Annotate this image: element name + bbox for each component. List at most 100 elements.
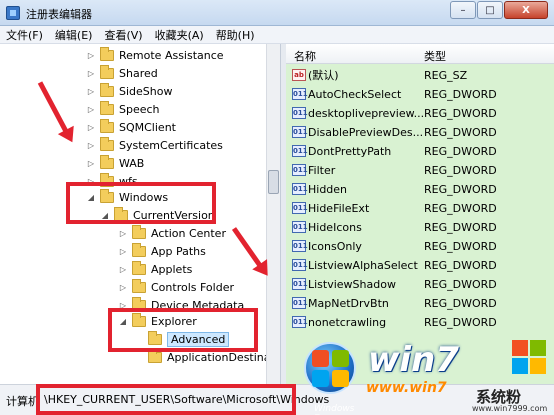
folder-icon (100, 82, 114, 97)
dword-value-icon: 011 (292, 145, 308, 157)
value-type: REG_DWORD (424, 315, 497, 329)
value-type: REG_DWORD (424, 87, 497, 101)
column-header-name[interactable]: 名称 (294, 48, 316, 64)
folder-icon (100, 136, 114, 151)
expand-icon[interactable]: ▷ (118, 283, 128, 292)
dword-value-icon: 011 (292, 240, 308, 252)
highlight-box-explorer (108, 308, 258, 352)
tree-item[interactable]: ▷ Action Center (118, 224, 226, 242)
tree-item[interactable]: ▷ SideShow (86, 82, 172, 100)
dword-value-icon: 011 (292, 259, 308, 271)
tree-item-label: Speech (119, 102, 160, 116)
tree-item-label: SideShow (119, 84, 173, 98)
value-type: REG_DWORD (424, 144, 497, 158)
dword-value-icon: 011 (292, 221, 308, 233)
value-row[interactable]: 011 nonetcrawling REG_DWORD (286, 313, 554, 331)
watermark-title: win7 (368, 340, 459, 380)
tree-item[interactable]: ▷ WAB (86, 154, 144, 172)
expand-icon[interactable]: ▷ (118, 265, 128, 274)
value-type: REG_DWORD (424, 277, 497, 291)
window-title: 注册表编辑器 (26, 8, 92, 21)
value-row[interactable]: 011 DisablePreviewDes... REG_DWORD (286, 123, 554, 141)
value-type: REG_DWORD (424, 239, 497, 253)
value-row[interactable]: 011 ListviewAlphaSelect REG_DWORD (286, 256, 554, 274)
tree-item[interactable]: ▷ Remote Assistance (86, 46, 224, 64)
folder-icon (132, 224, 146, 239)
tree-item[interactable]: ▷ Controls Folder (118, 278, 234, 296)
watermark-logo-text: Windows 7 (314, 404, 355, 415)
tree-scrollbar[interactable] (266, 44, 280, 384)
dword-value-icon: 011 (292, 278, 308, 290)
highlight-box-windows (66, 182, 216, 224)
folder-icon (132, 242, 146, 257)
scrollbar-thumb[interactable] (268, 170, 279, 194)
title-bar: 注册表编辑器 – □ X (0, 0, 554, 26)
folder-icon (100, 64, 114, 79)
tree-item[interactable]: ▷ Applets (118, 260, 192, 278)
expand-icon[interactable]: ▷ (86, 141, 96, 150)
value-row[interactable]: 011 Filter REG_DWORD (286, 161, 554, 179)
value-name: DisablePreviewDes... (308, 125, 424, 139)
value-row[interactable]: 011 desktoplivepreview... REG_DWORD (286, 104, 554, 122)
value-row[interactable]: 011 MapNetDrvBtn REG_DWORD (286, 294, 554, 312)
tree-item[interactable]: ▷ Speech (86, 100, 160, 118)
value-name: DontPrettyPath (308, 144, 392, 158)
value-name: IconsOnly (308, 239, 362, 253)
dword-value-icon: 011 (292, 297, 308, 309)
folder-icon (132, 278, 146, 293)
value-name: nonetcrawling (308, 315, 387, 329)
tree-item-label: WAB (119, 156, 145, 170)
status-computer-label: 计算机 (6, 395, 39, 408)
value-name: ListviewAlphaSelect (308, 258, 418, 272)
tree-item[interactable]: ▷ Shared (86, 64, 158, 82)
windows7-logo-icon: Windows 7 (304, 342, 356, 415)
dword-value-icon: 011 (292, 316, 308, 328)
string-value-icon: ab (292, 69, 306, 81)
tree-item[interactable]: ▷ SystemCertificates (86, 136, 223, 154)
expand-icon[interactable]: ▷ (118, 247, 128, 256)
expand-icon[interactable]: ▷ (86, 69, 96, 78)
value-row[interactable]: 011 IconsOnly REG_DWORD (286, 237, 554, 255)
value-name: MapNetDrvBtn (308, 296, 389, 310)
value-row[interactable]: 011 Hidden REG_DWORD (286, 180, 554, 198)
menu-favorites[interactable]: 收藏夹(A) (155, 27, 204, 43)
menu-file[interactable]: 文件(F) (6, 27, 43, 43)
regedit-icon (6, 6, 20, 20)
value-type: REG_DWORD (424, 220, 497, 234)
minimize-button[interactable]: – (450, 1, 476, 19)
tree-item[interactable]: ▷ SQMClient (86, 118, 176, 136)
expand-icon[interactable]: ▷ (118, 229, 128, 238)
maximize-button[interactable]: □ (477, 1, 503, 19)
watermark: Windows 7 win7 www.win7 系统粉 www.win7999.… (296, 330, 554, 415)
dword-value-icon: 011 (292, 183, 308, 195)
value-name: ListviewShadow (308, 277, 396, 291)
close-button[interactable]: X (504, 1, 548, 19)
expand-icon[interactable]: ▷ (86, 123, 96, 132)
value-row[interactable]: ab (默认) REG_SZ (286, 66, 554, 84)
value-name: Filter (308, 163, 336, 177)
expand-icon[interactable]: ▷ (86, 87, 96, 96)
tree-item-label: Controls Folder (151, 280, 234, 294)
dword-value-icon: 011 (292, 88, 308, 100)
window-controls: – □ X (450, 1, 548, 19)
value-name: AutoCheckSelect (308, 87, 402, 101)
value-row[interactable]: 011 HideIcons REG_DWORD (286, 218, 554, 236)
tree-item-label: Action Center (151, 226, 226, 240)
column-header-type[interactable]: 类型 (424, 48, 446, 64)
expand-icon[interactable]: ▷ (86, 159, 96, 168)
watermark-brand-url: www.win7999.com (472, 404, 548, 413)
tree-item-label: SystemCertificates (119, 138, 223, 152)
value-row[interactable]: 011 AutoCheckSelect REG_DWORD (286, 85, 554, 103)
menu-view[interactable]: 查看(V) (104, 27, 142, 43)
list-header: 名称 类型 (286, 44, 554, 64)
tree-item[interactable]: ▷ App Paths (118, 242, 206, 260)
value-row[interactable]: 011 ListviewShadow REG_DWORD (286, 275, 554, 293)
expand-icon[interactable]: ▷ (86, 105, 96, 114)
menu-edit[interactable]: 编辑(E) (55, 27, 93, 43)
highlight-box-path (36, 384, 296, 415)
value-row[interactable]: 011 HideFileExt REG_DWORD (286, 199, 554, 217)
value-row[interactable]: 011 DontPrettyPath REG_DWORD (286, 142, 554, 160)
expand-icon[interactable]: ▷ (86, 51, 96, 60)
menu-help[interactable]: 帮助(H) (216, 27, 255, 43)
tree-item-label: Shared (119, 66, 158, 80)
